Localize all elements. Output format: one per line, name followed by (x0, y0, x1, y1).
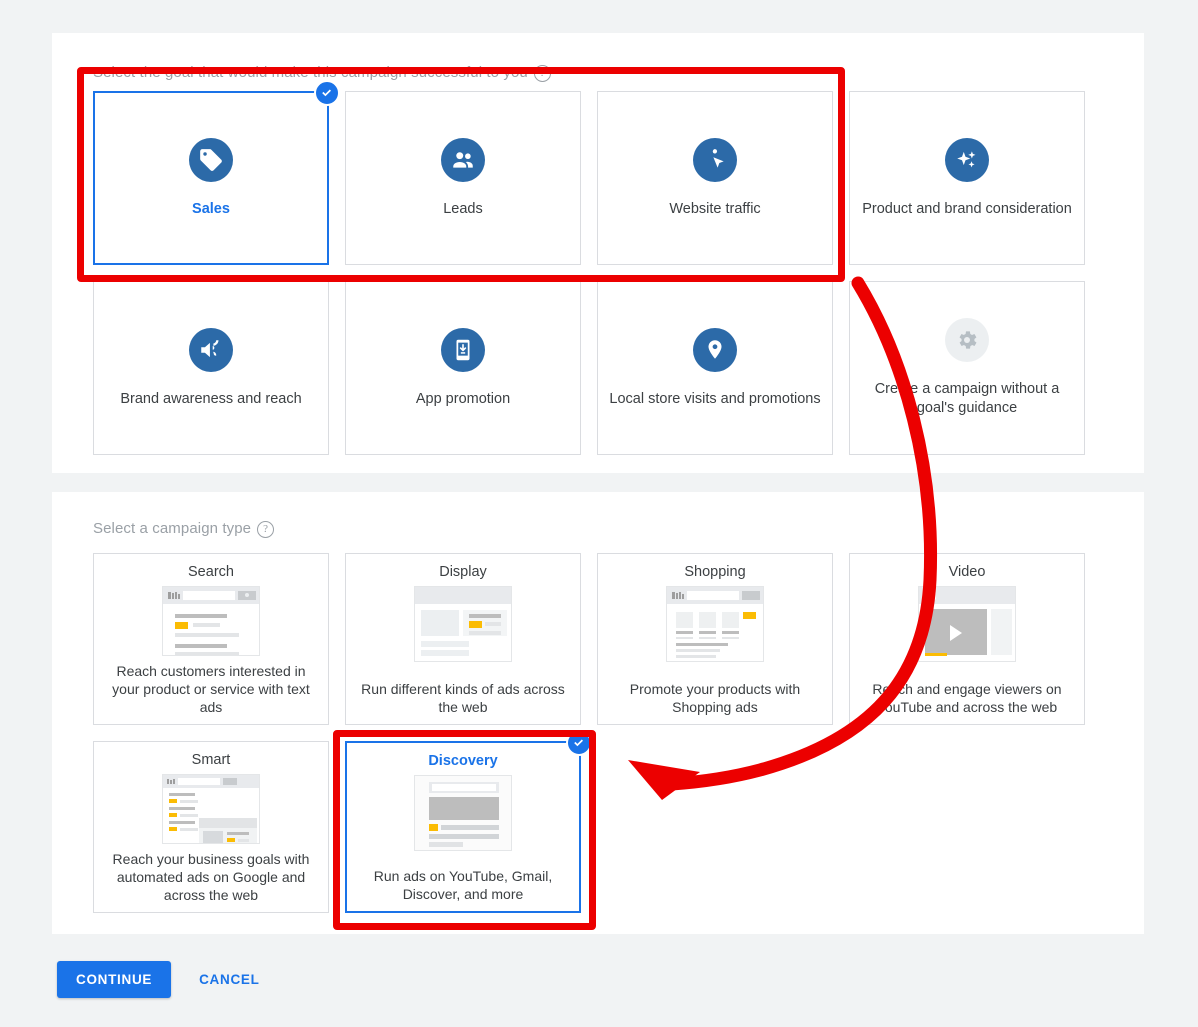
mobile-download-icon (441, 327, 485, 372)
type-card-description: Run ads on YouTube, Gmail, Discover, and… (373, 868, 553, 902)
price-tag-icon (189, 137, 233, 182)
location-pin-icon (693, 327, 737, 372)
goal-section-heading: Select the goal that would make this cam… (93, 64, 551, 82)
goal-selection-panel: Select the goal that would make this cam… (52, 33, 1144, 473)
smart-combo-thumbnail (162, 774, 260, 844)
click-cursor-icon (693, 137, 737, 182)
type-card-title: Shopping (684, 564, 746, 580)
type-heading-text: Select a campaign type (93, 520, 252, 537)
type-card-search[interactable]: Search Reach customers interested in you… (93, 553, 329, 725)
type-card-description: Run different kinds of ads across the we… (361, 681, 565, 715)
type-card-title: Search (188, 564, 234, 580)
help-circle-icon[interactable]: ? (533, 65, 551, 82)
continue-button[interactable]: CONTINUE (57, 961, 172, 998)
campaign-type-panel: Select a campaign type? Search Reach cus… (52, 492, 1144, 934)
type-card-description: Promote your products with Shopping ads (629, 681, 801, 715)
goal-card-label: Create a campaign without a goal's guida… (874, 381, 1060, 416)
goal-card-grid: Sales Leads Website traffic Product and … (93, 80, 1103, 455)
goal-card-label: Brand awareness and reach (120, 390, 302, 407)
check-badge-icon (314, 80, 340, 106)
cancel-button[interactable]: CANCEL (193, 971, 265, 988)
type-card-title: Video (948, 564, 986, 580)
goal-card-sales[interactable]: Sales (93, 80, 340, 265)
goal-card-product-brand-consideration[interactable]: Product and brand consideration (849, 91, 1085, 265)
goal-card-label: App promotion (415, 390, 511, 407)
goal-card-website-traffic[interactable]: Website traffic (597, 91, 833, 265)
type-card-description: Reach and engage viewers on YouTube and … (872, 681, 1062, 715)
goal-card-leads[interactable]: Leads (345, 91, 581, 265)
type-card-video[interactable]: Video Reach and engage viewers on YouTub… (849, 553, 1085, 725)
footer-actions: CONTINUE CANCEL (57, 961, 266, 998)
search-results-thumbnail (162, 586, 260, 656)
video-player-thumbnail (918, 586, 1016, 662)
gear-icon (945, 318, 989, 362)
campaign-type-card-grid: Search Reach customers interested in you… (93, 553, 1103, 913)
help-circle-icon[interactable]: ? (257, 521, 275, 538)
page-root: Select the goal that would make this cam… (0, 0, 1198, 1027)
type-card-description: Reach your business goals with automated… (112, 851, 310, 903)
type-card-title: Display (439, 564, 487, 580)
display-banner-thumbnail (414, 586, 512, 662)
people-icon (441, 137, 485, 182)
goal-card-label: Leads (443, 200, 483, 217)
type-card-display[interactable]: Display Run different kinds of ads acros… (345, 553, 581, 725)
type-card-smart[interactable]: Smart Reach your business goals with aut… (93, 741, 329, 913)
goal-card-no-goal-guidance[interactable]: Create a campaign without a goal's guida… (849, 281, 1085, 455)
goal-card-label: Sales (192, 200, 230, 217)
discovery-feed-thumbnail (414, 775, 512, 851)
goal-card-label: Product and brand consideration (862, 200, 1072, 217)
shopping-grid-thumbnail (666, 586, 764, 662)
goal-heading-text: Select the goal that would make this cam… (93, 64, 528, 81)
type-card-title: Smart (191, 752, 231, 768)
goal-card-brand-awareness[interactable]: Brand awareness and reach (93, 281, 329, 455)
goal-card-app-promotion[interactable]: App promotion (345, 281, 581, 455)
type-card-discovery[interactable]: Discovery Run ads on YouTube, Gmail, Dis… (345, 730, 592, 913)
goal-card-local-store-visits[interactable]: Local store visits and promotions (597, 281, 833, 455)
goal-card-label: Local store visits and promotions (609, 390, 821, 407)
speaker-icon (189, 327, 233, 372)
goal-card-label: Website traffic (669, 200, 761, 217)
type-card-title: Discovery (428, 753, 498, 769)
sparkle-icon (945, 137, 989, 182)
check-badge-icon (566, 730, 592, 756)
type-card-shopping[interactable]: Shopping Promote your products with Shop… (597, 553, 833, 725)
type-card-description: Reach customers interested in your produ… (112, 663, 310, 715)
type-section-heading: Select a campaign type? (93, 520, 275, 538)
